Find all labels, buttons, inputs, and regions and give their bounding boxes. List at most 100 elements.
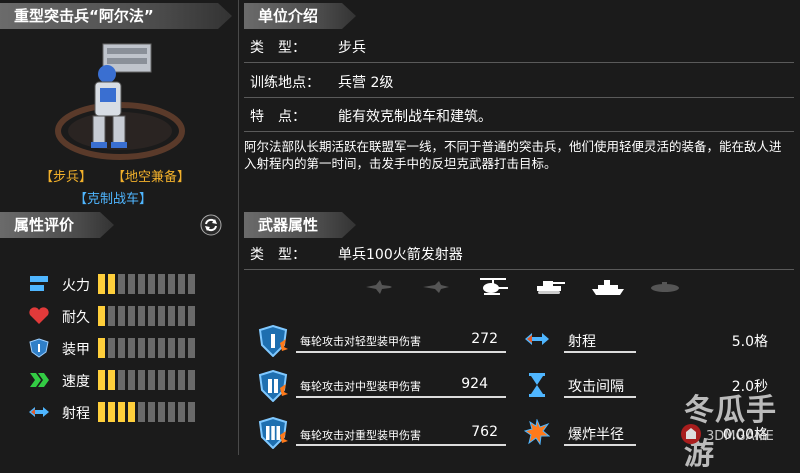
stat-bar-segment <box>128 402 135 422</box>
stat-bar-segment <box>158 338 165 358</box>
stat-bar-segment <box>108 370 115 390</box>
stat-bar-segment <box>108 306 115 326</box>
stat-bars-firepower <box>98 274 195 294</box>
stat-label-speed: 速度 <box>62 374 90 390</box>
prop-line-interval <box>564 396 636 398</box>
stat-bar-segment <box>188 274 195 294</box>
armor-2-icon <box>258 370 288 402</box>
stat-bar-segment <box>148 370 155 390</box>
stat-bar-segment <box>98 338 105 358</box>
stat-bar-segment <box>118 402 125 422</box>
intro-header: 单位介绍 <box>258 7 319 25</box>
stat-bar-segment <box>118 338 125 358</box>
stat-bar-segment <box>128 370 135 390</box>
range-arrows-icon <box>29 407 49 417</box>
stat-bars-speed <box>98 370 195 390</box>
firepower-icon <box>30 276 48 291</box>
damage-value-medium: 924 <box>461 376 488 392</box>
unit-counter-tag: 【克制战车】 <box>74 192 153 207</box>
stat-label-durability: 耐久 <box>62 310 90 326</box>
armor-1-icon <box>258 325 288 357</box>
weapon-type-label: 类 型： <box>250 247 306 263</box>
intro-divider-1 <box>244 62 794 63</box>
prop-label-interval: 攻击间隔 <box>568 379 624 395</box>
stat-bar-segment <box>118 306 125 326</box>
unit-title-tab: 重型突击兵“阿尔法” <box>0 3 232 29</box>
refresh-icon <box>200 214 222 236</box>
bomber-icon <box>423 281 449 293</box>
prop-line-radius <box>564 444 636 446</box>
stat-bar-segment <box>188 402 195 422</box>
stat-bar-segment <box>188 338 195 358</box>
stat-bar-segment <box>148 402 155 422</box>
stat-bar-segment <box>98 370 105 390</box>
stat-bar-segment <box>128 274 135 294</box>
stat-label-range: 射程 <box>62 406 90 422</box>
damage-label-medium: 每轮攻击对中型装甲伤害 <box>300 380 421 393</box>
damage-label-heavy: 每轮攻击对重型装甲伤害 <box>300 429 421 442</box>
weapon-divider <box>244 269 794 270</box>
stat-bar-segment <box>178 274 185 294</box>
speed-chevron-icon <box>30 373 49 387</box>
intro-train-value: 兵营 2级 <box>338 75 394 91</box>
ratings-tab: 属性评价 <box>0 212 114 238</box>
heart-icon <box>29 307 49 324</box>
stat-bar-segment <box>148 274 155 294</box>
stat-bars-armor <box>98 338 195 358</box>
armor-3-icon <box>258 417 288 449</box>
intro-train-label: 训练地点： <box>250 75 320 91</box>
stat-bar-segment <box>98 306 105 326</box>
damage-label-light: 每轮攻击对轻型装甲伤害 <box>300 335 421 348</box>
stat-bar-segment <box>158 402 165 422</box>
stat-bar-segment <box>118 274 125 294</box>
stat-bars-durability <box>98 306 195 326</box>
armor-shield-icon <box>29 338 49 358</box>
stat-bar-segment <box>98 274 105 294</box>
stat-bar-segment <box>188 370 195 390</box>
unit-tag-air-ground: 【地空兼备】 <box>112 170 191 185</box>
stat-bars-range <box>98 402 195 422</box>
stat-bar-segment <box>188 306 195 326</box>
hourglass-icon <box>529 373 545 397</box>
explosion-icon <box>524 419 550 445</box>
intro-tab: 单位介绍 <box>244 3 356 29</box>
tank-icon <box>537 281 565 294</box>
weapon-header: 武器属性 <box>258 216 319 234</box>
stat-bar-segment <box>168 274 175 294</box>
submarine-icon <box>651 282 679 292</box>
prop-line-range <box>564 351 636 353</box>
stat-bar-segment <box>138 370 145 390</box>
range-icon <box>525 333 549 345</box>
stat-bar-segment <box>168 338 175 358</box>
damage-value-light: 272 <box>471 331 498 347</box>
stat-bar-segment <box>118 370 125 390</box>
watermark-logo-icon <box>681 424 701 444</box>
stat-bar-segment <box>158 274 165 294</box>
intro-divider-2 <box>244 97 794 98</box>
intro-type-value: 步兵 <box>338 40 366 56</box>
prop-value-range: 5.0格 <box>731 334 768 350</box>
stat-bar-segment <box>168 370 175 390</box>
damage-line-light <box>296 351 506 353</box>
stat-bar-segment <box>108 338 115 358</box>
stat-bar-segment <box>138 338 145 358</box>
helicopter-icon <box>480 278 508 295</box>
stat-bar-segment <box>178 306 185 326</box>
stat-bar-segment <box>168 306 175 326</box>
intro-description: 阿尔法部队长期活跃在联盟军一线，不同于普通的突击兵，他们使用轻便灵活的装备，能在… <box>244 139 782 171</box>
stat-bar-segment <box>138 306 145 326</box>
stat-bar-segment <box>178 370 185 390</box>
ratings-header: 属性评价 <box>14 216 75 234</box>
stat-bar-segment <box>158 306 165 326</box>
stat-bar-segment <box>128 338 135 358</box>
ship-icon <box>592 280 624 295</box>
stat-bar-segment <box>98 402 105 422</box>
watermark-sub: 3DMGAME <box>706 429 774 444</box>
stat-bar-segment <box>138 274 145 294</box>
intro-feature-value: 能有效克制战车和建筑。 <box>338 109 492 125</box>
watermark: 冬瓜手游 3DMGAME <box>676 385 796 472</box>
refresh-button[interactable] <box>200 214 222 236</box>
weapon-tab: 武器属性 <box>244 212 356 238</box>
stat-bar-segment <box>108 274 115 294</box>
unit-title: 重型突击兵“阿尔法” <box>14 7 154 25</box>
